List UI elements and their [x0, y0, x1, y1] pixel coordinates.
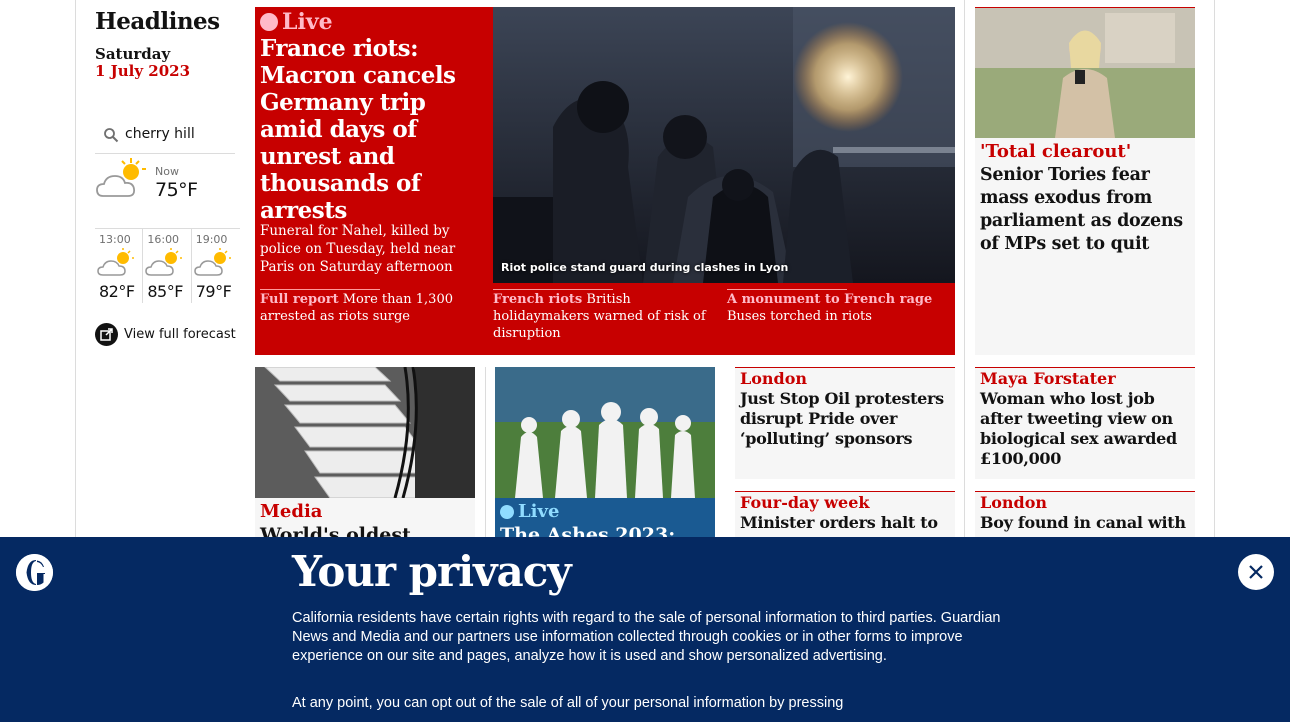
- newspapers-photo: [255, 367, 475, 498]
- sublink-text[interactable]: Buses torched in riots: [727, 309, 872, 324]
- close-privacy-button[interactable]: [1238, 554, 1274, 590]
- forecast-temperature: 85°F: [147, 282, 183, 301]
- guardian-logo-icon: [16, 554, 53, 591]
- live-badge: Live: [260, 9, 333, 35]
- story-headline[interactable]: Woman who lost job after tweeting view o…: [980, 389, 1192, 469]
- headlines-header: Headlines Saturday 1 July 2023: [95, 8, 235, 80]
- live-label: Live: [282, 9, 333, 35]
- weather-now-label: Now: [155, 165, 179, 178]
- forecast-time: 16:00: [147, 233, 180, 246]
- cricket-team-photo: [495, 367, 715, 498]
- weather-location-search[interactable]: cherry hill: [95, 122, 235, 154]
- partly-cloudy-sun-icon: [145, 248, 183, 276]
- sublink-french-riots[interactable]: French riots British holidaymakers warne…: [493, 289, 713, 342]
- sublink-kicker: Full report: [260, 292, 339, 307]
- story-kicker: London: [980, 493, 1048, 512]
- story-kicker: 'Total clearout': [980, 141, 1132, 162]
- story-card-london-pride[interactable]: London Just Stop Oil protesters disrupt …: [735, 367, 955, 479]
- search-icon: [104, 128, 119, 143]
- story-card-ashes[interactable]: Live The Ashes 2023:: [495, 367, 715, 546]
- partly-cloudy-sun-icon: [193, 248, 231, 276]
- story-headline[interactable]: Boy found in canal with: [980, 513, 1192, 533]
- forecast-time: 19:00: [195, 233, 228, 246]
- forecast-temperature: 82°F: [99, 282, 135, 301]
- photo-caption: Riot police stand guard during clashes i…: [501, 261, 789, 274]
- forecast-item: 16:00 85°F: [143, 229, 192, 303]
- riot-police-photo: [493, 7, 955, 283]
- lead-standfirst: Funeral for Nahel, killed by police on T…: [260, 223, 456, 275]
- story-card-maya-forstater[interactable]: Maya Forstater Woman who lost job after …: [975, 367, 1195, 479]
- story-kicker: Media: [260, 501, 323, 522]
- sublink-kicker: A monument to French rage: [727, 292, 933, 307]
- lead-headline[interactable]: France riots: Macron cancels Germany tri…: [260, 35, 488, 224]
- forecast-item: 13:00 82°F: [95, 229, 144, 303]
- lead-sublinks: Full report More than 1,300 arrested as …: [255, 287, 955, 355]
- live-badge: Live: [500, 501, 559, 522]
- weather-now: Now 75°F: [95, 156, 235, 222]
- lead-story[interactable]: Live France riots: Macron cancels German…: [255, 7, 955, 355]
- story-card-media[interactable]: Media World's oldest: [255, 367, 475, 546]
- section-title: Headlines: [95, 8, 220, 35]
- view-full-forecast-label[interactable]: View full forecast: [124, 327, 236, 342]
- privacy-body: California residents have certain rights…: [292, 610, 1001, 664]
- story-card-total-clearout[interactable]: 'Total clearout' Senior Tories fear mass…: [975, 7, 1195, 355]
- story-thumbnail[interactable]: [975, 8, 1195, 138]
- partly-cloudy-sun-icon: [97, 248, 134, 276]
- external-link-icon: [95, 322, 118, 346]
- forecast-time: 13:00: [99, 233, 131, 246]
- sublink-kicker: French riots: [493, 292, 583, 307]
- weather-forecast: 13:00 82°F 16:00 85°F 19:00 79°F: [95, 228, 240, 303]
- lead-photo[interactable]: Riot police stand guard during clashes i…: [493, 7, 955, 283]
- live-dot-icon: [500, 504, 514, 519]
- story-kicker: Four-day week: [740, 493, 870, 512]
- story-thumbnail[interactable]: [255, 367, 475, 498]
- story-card-london-canal[interactable]: London Boy found in canal with: [975, 491, 1195, 537]
- story-card-four-day-week[interactable]: Four-day week Minister orders halt to: [735, 491, 955, 537]
- woman-on-phone-photo: [975, 8, 1195, 138]
- privacy-banner: Your privacy California residents have c…: [0, 537, 1290, 722]
- date-day: Saturday: [95, 45, 171, 63]
- sublink-full-report[interactable]: Full report More than 1,300 arrested as …: [260, 289, 480, 325]
- close-icon: [1249, 565, 1263, 579]
- story-headline[interactable]: Just Stop Oil protesters disrupt Pride o…: [740, 389, 952, 449]
- view-full-forecast-link[interactable]: View full forecast: [95, 322, 236, 346]
- weather-location[interactable]: cherry hill: [125, 126, 195, 142]
- privacy-body-continued: At any point, you can opt out of the sal…: [292, 695, 844, 711]
- privacy-title: Your privacy: [292, 547, 572, 596]
- story-headline[interactable]: Minister orders halt to: [740, 513, 952, 533]
- column-divider: [485, 367, 486, 537]
- story-headline[interactable]: Senior Tories fear mass exodus from parl…: [980, 164, 1192, 256]
- date-full: 1 July 2023: [95, 62, 191, 80]
- story-thumbnail[interactable]: [495, 367, 715, 498]
- live-label: Live: [518, 501, 560, 522]
- weather-now-temperature: 75°F: [155, 179, 198, 201]
- partly-cloudy-sun-icon: [96, 158, 146, 197]
- story-kicker: Maya Forstater: [980, 369, 1116, 388]
- forecast-temperature: 79°F: [195, 282, 232, 301]
- sublink-monument[interactable]: A monument to French rage Buses torched …: [727, 289, 947, 325]
- forecast-item: 19:00 79°F: [192, 229, 240, 303]
- live-dot-icon: [260, 13, 278, 31]
- story-kicker: London: [740, 369, 808, 388]
